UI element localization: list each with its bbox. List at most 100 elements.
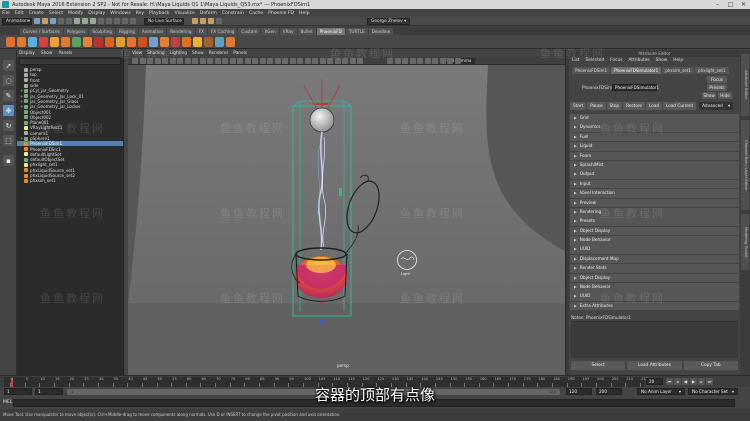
viewport-toolbar-icon[interactable] <box>432 58 438 64</box>
shelf-tab[interactable]: PhoenixFD <box>316 28 345 35</box>
ae-section-header[interactable]: ▶ Dynamics <box>570 123 739 132</box>
shelf-tab[interactable]: Custom <box>238 28 261 35</box>
redo-icon[interactable] <box>66 18 72 24</box>
ae-show-button[interactable]: Show <box>702 92 716 99</box>
shelf-tool-icon[interactable] <box>226 37 235 47</box>
ae-tab-phxsim-set1[interactable]: phxsim_set1 <box>662 67 694 74</box>
ae-section-header[interactable]: ▶ Fuel <box>570 132 739 142</box>
shelf-tool-icon[interactable] <box>28 37 37 47</box>
viewport-toolbar-icon[interactable] <box>327 58 333 64</box>
ae-hide-button[interactable]: Hide <box>718 92 732 99</box>
shelf-tab[interactable]: Bullet <box>297 28 316 35</box>
viewport-toolbar-icon[interactable] <box>267 58 273 64</box>
viewport-toolbar-icon[interactable] <box>237 58 243 64</box>
ae-section-header[interactable]: ▶ Grid <box>570 114 739 123</box>
new-scene-icon[interactable] <box>34 18 40 24</box>
viewport-toolbar-icon[interactable] <box>454 58 461 64</box>
menu-edit[interactable]: Edit <box>15 11 24 16</box>
shelf-tab[interactable]: XGen <box>261 28 279 35</box>
viewport-toolbar-icon[interactable] <box>139 58 146 64</box>
minimize-button[interactable]: – <box>713 1 722 8</box>
viewport-toolbar-icon[interactable] <box>222 58 228 64</box>
viewport-toolbar-icon[interactable] <box>162 58 168 64</box>
ae-mode-dropdown[interactable]: Advanced ▾ <box>699 102 734 110</box>
undo-icon[interactable] <box>58 18 64 24</box>
ipr-render-icon[interactable] <box>200 18 206 24</box>
viewport-menu-shading[interactable]: Shading <box>147 51 164 56</box>
shelf-tool-icon[interactable] <box>6 37 15 47</box>
shelf-tab[interactable]: Sculpting <box>89 28 115 35</box>
snap-curve-icon[interactable] <box>106 18 112 24</box>
ae-section-header[interactable]: ▶ Foam <box>570 151 739 161</box>
viewport-toolbar-icon[interactable] <box>304 58 311 64</box>
viewport-menu-renderer[interactable]: Renderer <box>209 51 229 56</box>
shelf-tool-icon[interactable] <box>149 37 158 47</box>
menu-windows[interactable]: Windows <box>110 11 131 16</box>
viewport-toolbar-icon[interactable] <box>312 58 318 64</box>
shelf-tool-icon[interactable] <box>182 37 191 47</box>
ae-tab-phxlight-set1[interactable]: phxlight_set1 <box>695 67 729 74</box>
ae-section-header[interactable]: ▶ UUID <box>570 245 739 255</box>
viewport-toolbar-icon[interactable] <box>274 58 281 64</box>
shelf-tool-icon[interactable] <box>160 37 169 47</box>
shelf-tool-icon[interactable] <box>83 37 92 47</box>
snap-point-icon[interactable] <box>114 18 120 24</box>
viewport-toolbar-icon[interactable] <box>334 58 341 64</box>
shelf-tool-icon[interactable] <box>17 37 26 47</box>
select-object-icon[interactable] <box>82 18 88 24</box>
rotate-tool-icon[interactable]: ↻ <box>3 120 14 131</box>
shelf-tab[interactable]: Polygons <box>63 28 89 35</box>
ae-section-header[interactable]: ▶ Displacement Map <box>570 254 739 264</box>
shelf-tab[interactable]: Rigging <box>115 28 138 35</box>
shelf-tool-icon[interactable] <box>204 37 213 47</box>
ae-section-header[interactable]: ▶ Liquid <box>570 142 739 151</box>
ae-section-header[interactable]: ▶ Object Display <box>570 226 739 236</box>
viewport-menu-lighting[interactable]: Lighting <box>170 51 187 56</box>
ae-section-header[interactable]: ▶ Node Behavior <box>570 236 739 245</box>
outliner-menu-panels[interactable]: Panels <box>58 51 72 56</box>
select-hierarchy-icon[interactable] <box>74 18 80 24</box>
menu-display[interactable]: Display <box>88 11 105 16</box>
viewport-toolbar-icon[interactable] <box>424 58 431 64</box>
menu-file[interactable]: File <box>2 11 10 16</box>
shelf-tool-icon[interactable] <box>94 37 103 47</box>
outliner-search-input[interactable] <box>19 58 121 65</box>
viewport-panel[interactable]: View Shading Lighting Show Renderer Pane… <box>128 50 565 375</box>
menu-cache[interactable]: Cache <box>249 11 263 16</box>
menu-constrain[interactable]: Constrain <box>222 11 244 16</box>
side-tab-attribute-editor[interactable]: Attribute Editor <box>741 54 749 116</box>
viewport-toolbar-icon[interactable] <box>439 58 446 64</box>
viewport-toolbar-icon[interactable] <box>289 58 296 64</box>
shelf-tab[interactable]: FX Caching <box>207 28 238 35</box>
maximize-button[interactable]: □ <box>726 1 735 8</box>
ae-notes-textarea[interactable] <box>571 322 738 358</box>
ae-menu-attributes[interactable]: Attributes <box>628 58 649 63</box>
viewport-toolbar-icon[interactable] <box>244 58 251 64</box>
select-tool-icon[interactable]: ➚ <box>3 60 14 71</box>
ae-tab-phoenixfdsim1[interactable]: PhoenixFDSim1 <box>572 67 611 74</box>
viewport-toolbar-icon[interactable] <box>417 58 423 64</box>
snap-surface-icon[interactable] <box>130 18 136 24</box>
ae-section-header[interactable]: ▶ Object Display <box>570 273 739 283</box>
ae-section-header[interactable]: ▶ Render Stats <box>570 264 739 273</box>
ae-presets-button[interactable]: Presets <box>707 84 727 91</box>
render-current-frame-icon[interactable] <box>192 18 198 24</box>
shelf-tool-icon[interactable] <box>171 37 180 47</box>
shelf-tool-icon[interactable] <box>105 37 114 47</box>
shelf-tab[interactable]: Deadline <box>368 28 394 35</box>
viewport-toolbar-icon[interactable] <box>342 58 348 64</box>
ae-section-header[interactable]: ▶ Presets <box>570 217 739 226</box>
shelf-tool-icon[interactable] <box>215 37 224 47</box>
viewport-toolbar-icon[interactable] <box>214 58 221 64</box>
lasso-tool-icon[interactable]: ◌ <box>3 75 14 86</box>
viewport-toolbar-icon[interactable] <box>282 58 288 64</box>
sim-load-button[interactable]: Load <box>645 102 663 110</box>
user-account-menu[interactable]: George Zhelov ▾ <box>367 18 411 25</box>
viewport-toolbar-icon[interactable] <box>447 58 453 64</box>
snap-grid-icon[interactable] <box>98 18 104 24</box>
ae-node-name-field[interactable]: PhoenixFDSimulator1 <box>612 84 659 91</box>
ae-menu-list[interactable]: List <box>572 58 580 63</box>
ae-section-header[interactable]: ▶ Splash/Mist <box>570 160 739 170</box>
side-tab-channel-box[interactable]: Channel Box / Layer Editor <box>741 120 749 210</box>
viewport-menu-show[interactable]: Show <box>192 51 204 56</box>
